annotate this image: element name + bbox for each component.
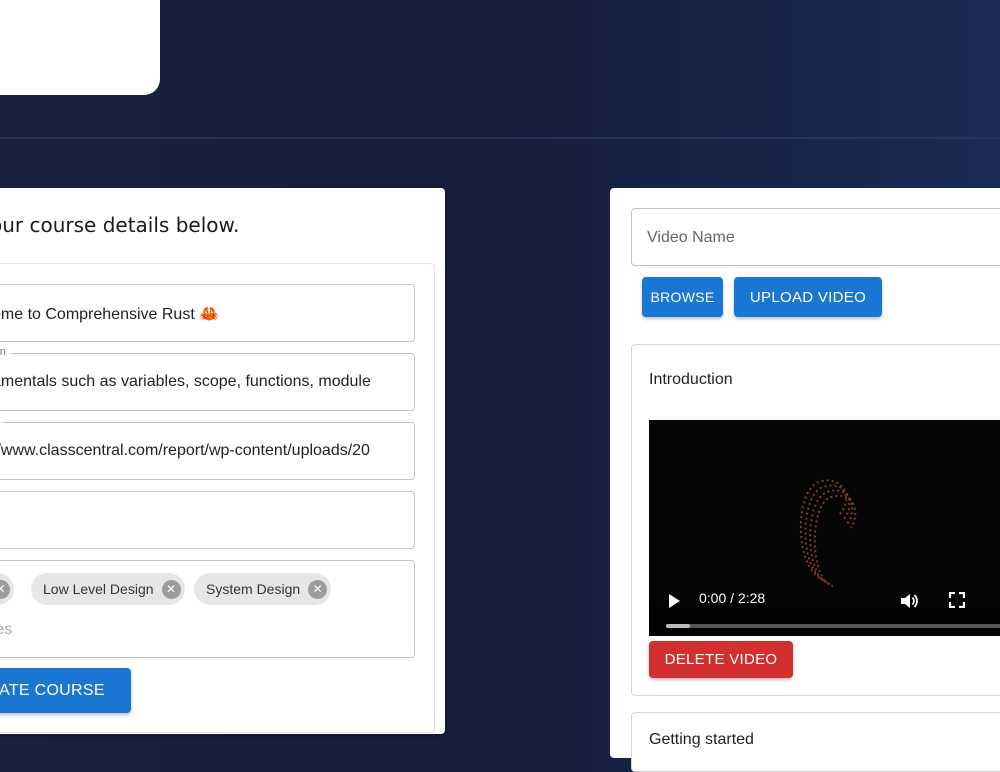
course-title-field[interactable]: ome to Comprehensive Rust 🦀 — [0, 284, 415, 342]
video-card: Getting started — [631, 712, 1000, 772]
video-name-input[interactable]: Video Name — [631, 208, 1000, 266]
volume-icon[interactable] — [899, 591, 919, 611]
video-title: Introduction — [649, 371, 733, 388]
course-extra-field[interactable] — [0, 491, 415, 549]
course-description-value: amentals such as variables, scope, funct… — [0, 373, 371, 390]
play-icon[interactable] — [669, 594, 680, 608]
delete-video-button[interactable]: DELETE VIDEO — [649, 641, 793, 678]
course-form: ome to Comprehensive Rust 🦀 ption amenta… — [0, 263, 435, 733]
player-controls: 0:00 / 2:28 — [649, 566, 1000, 636]
fullscreen-icon[interactable] — [949, 592, 965, 608]
tag-input[interactable]: rites — [0, 621, 12, 639]
video-name-placeholder: Video Name — [647, 229, 735, 246]
update-course-button[interactable]: DATE COURSE — [0, 668, 131, 713]
course-details-panel: our course details below. ome to Compreh… — [0, 188, 445, 734]
tags-field[interactable]: ✕ Low Level Design ✕ System Design ✕ rit… — [0, 560, 415, 658]
video-card: Introduction 0:00 / 2:28 DELETE VIDEO — [631, 344, 1000, 696]
videos-panel: Video Name BROWSE UPLOAD VIDEO Introduct… — [610, 188, 1000, 772]
browse-button[interactable]: BROWSE — [642, 277, 723, 317]
remove-tag-icon[interactable]: ✕ — [308, 579, 328, 599]
tag-label: System Design — [206, 581, 301, 597]
remove-tag-icon[interactable]: ✕ — [161, 579, 181, 599]
video-title: Getting started — [649, 731, 754, 748]
video-player[interactable]: 0:00 / 2:28 — [649, 420, 1000, 636]
description-label: ption — [0, 346, 10, 358]
top-card — [0, 0, 160, 95]
link-label: link — [0, 415, 3, 427]
tag-chip: System Design ✕ — [194, 573, 332, 605]
header-divider — [0, 137, 1000, 139]
video-progress-bar[interactable] — [666, 624, 1000, 628]
tag-chip: ✕ — [0, 573, 14, 605]
course-title-value: ome to Comprehensive Rust 🦀 — [0, 306, 220, 323]
video-progress-fill — [666, 624, 690, 628]
course-description-field[interactable]: ption amentals such as variables, scope,… — [0, 346, 415, 411]
course-link-value: //www.classcentral.com/report/wp-content… — [0, 442, 370, 459]
course-link-field[interactable]: link //www.classcentral.com/report/wp-co… — [0, 415, 415, 480]
panel-heading: our course details below. — [0, 213, 240, 237]
tag-label: Low Level Design — [43, 581, 154, 597]
tag-chip: Low Level Design ✕ — [31, 573, 185, 605]
remove-tag-icon[interactable]: ✕ — [0, 579, 10, 599]
upload-video-button[interactable]: UPLOAD VIDEO — [734, 277, 882, 317]
video-time: 0:00 / 2:28 — [699, 590, 766, 606]
